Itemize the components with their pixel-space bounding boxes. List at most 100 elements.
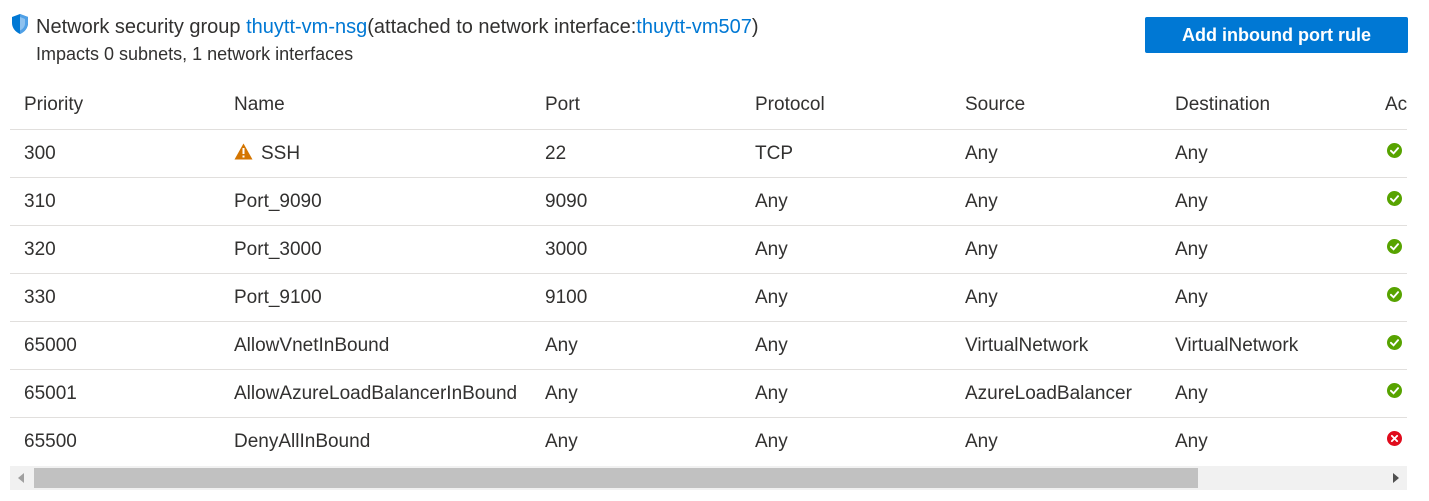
rule-name[interactable]: AllowAzureLoadBalancerInBound — [234, 370, 517, 417]
table-row[interactable]: 65500 DenyAllInBound Any Any Any Any — [10, 418, 1407, 465]
rule-source: Any — [965, 130, 998, 177]
rule-protocol-text: Any — [755, 430, 788, 452]
rule-action — [1385, 370, 1402, 417]
rule-protocol-text: Any — [755, 334, 788, 356]
column-header-action[interactable]: Ac — [1385, 80, 1407, 129]
rule-destination: Any — [1175, 274, 1208, 321]
rule-port: 22 — [545, 130, 566, 177]
rule-destination: Any — [1175, 130, 1208, 177]
rule-port: Any — [545, 322, 578, 369]
nsg-name-link[interactable]: thuytt-vm-nsg — [246, 14, 367, 40]
check-circle-icon — [1387, 383, 1402, 398]
rule-source: Any — [965, 226, 998, 273]
rule-action — [1385, 322, 1402, 369]
rule-name[interactable]: Port_3000 — [234, 226, 322, 273]
impacts-text: Impacts 0 subnets, 1 network interfaces — [36, 44, 354, 64]
rule-name[interactable]: Port_9090 — [234, 178, 322, 225]
rule-priority: 65000 — [24, 322, 77, 369]
rule-protocol: Any — [755, 226, 788, 273]
scroll-left-arrow-icon[interactable] — [10, 466, 34, 490]
rule-priority-text: 65001 — [24, 382, 77, 404]
rule-priority: 320 — [24, 226, 56, 273]
inbound-rules-table: Priority Name Port Protocol Source Desti… — [10, 80, 1407, 465]
rule-port: 3000 — [545, 226, 587, 273]
nsg-title-line: Network security group thuytt-vm-nsg (at… — [10, 14, 1110, 40]
rule-port: Any — [545, 370, 578, 417]
rule-protocol: Any — [755, 418, 788, 465]
rule-priority: 310 — [24, 178, 56, 225]
rule-source-text: Any — [965, 142, 998, 164]
table-body: 300 SSH 22 TCP Any Any 310 Port_9090 9090 Any Any A… — [10, 130, 1407, 465]
rule-priority: 300 — [24, 130, 56, 177]
attached-prefix: (attached to network interface: — [367, 16, 637, 38]
column-header-name[interactable]: Name — [234, 80, 285, 129]
attached-suffix: ) — [751, 16, 759, 38]
rule-source-text: AzureLoadBalancer — [965, 382, 1132, 404]
rule-destination: Any — [1175, 226, 1208, 273]
horizontal-scrollbar[interactable] — [10, 466, 1407, 490]
rule-priority-text: 65000 — [24, 334, 77, 356]
rule-port-text: 9090 — [545, 190, 588, 212]
add-inbound-port-rule-button[interactable]: Add inbound port rule — [1145, 17, 1408, 53]
network-interface-link[interactable]: thuytt-vm507 — [636, 14, 752, 40]
rule-action — [1385, 178, 1402, 225]
rule-protocol: Any — [755, 370, 788, 417]
column-header-source[interactable]: Source — [965, 80, 1025, 129]
rule-source: AzureLoadBalancer — [965, 370, 1132, 417]
rule-port: 9090 — [545, 178, 587, 225]
rule-name[interactable]: DenyAllInBound — [234, 418, 370, 465]
rule-protocol: TCP — [755, 130, 793, 177]
column-header-protocol[interactable]: Protocol — [755, 80, 825, 129]
rule-port-text: 22 — [545, 142, 567, 164]
rule-name[interactable]: AllowVnetInBound — [234, 322, 389, 369]
nsg-header: Network security group thuytt-vm-nsg (at… — [10, 14, 1110, 66]
check-circle-icon — [1387, 239, 1402, 254]
check-circle-icon — [1387, 287, 1402, 302]
rule-name-text: AllowAzureLoadBalancerInBound — [234, 382, 518, 404]
rule-port-text: 3000 — [545, 238, 588, 260]
table-row[interactable]: 300 SSH 22 TCP Any Any — [10, 130, 1407, 178]
table-row[interactable]: 65001 AllowAzureLoadBalancerInBound Any Any… — [10, 370, 1407, 418]
warning-icon — [234, 143, 253, 160]
rule-destination-text: Any — [1175, 238, 1208, 260]
rule-source-text: Any — [965, 430, 998, 452]
table-row[interactable]: 330 Port_9100 9100 Any Any Any — [10, 274, 1407, 322]
rule-priority: 65001 — [24, 370, 77, 417]
rule-source: Any — [965, 178, 998, 225]
rule-protocol-text: Any — [755, 286, 788, 308]
rule-source: Any — [965, 418, 998, 465]
rule-priority-text: 330 — [24, 286, 56, 308]
rule-destination: Any — [1175, 418, 1208, 465]
scrollbar-thumb[interactable] — [34, 468, 1198, 488]
rule-action — [1385, 130, 1402, 177]
rule-destination: Any — [1175, 178, 1208, 225]
column-header-priority[interactable]: Priority — [24, 80, 83, 129]
rule-source: Any — [965, 274, 998, 321]
rule-port: 9100 — [545, 274, 587, 321]
scroll-right-arrow-icon[interactable] — [1383, 466, 1407, 490]
rule-port-text: Any — [545, 334, 578, 356]
rule-source-text: Any — [965, 286, 998, 308]
rule-action — [1385, 274, 1402, 321]
nsg-prefix: Network security group — [36, 16, 241, 38]
rule-priority: 330 — [24, 274, 56, 321]
table-row[interactable]: 310 Port_9090 9090 Any Any Any — [10, 178, 1407, 226]
rule-source: VirtualNetwork — [965, 322, 1088, 369]
rule-port-text: 9100 — [545, 286, 588, 308]
rule-name[interactable]: Port_9100 — [234, 274, 322, 321]
rule-name[interactable]: SSH — [234, 130, 300, 177]
column-header-destination[interactable]: Destination — [1175, 80, 1270, 129]
check-circle-icon — [1387, 143, 1402, 158]
rule-name-text: Port_3000 — [234, 238, 322, 260]
rule-priority-text: 300 — [24, 142, 56, 164]
table-row[interactable]: 320 Port_3000 3000 Any Any Any — [10, 226, 1407, 274]
rule-priority-text: 65500 — [24, 430, 77, 452]
column-header-port[interactable]: Port — [545, 80, 580, 129]
rule-destination: Any — [1175, 370, 1208, 417]
table-row[interactable]: 65000 AllowVnetInBound Any Any VirtualNetwor… — [10, 322, 1407, 370]
rule-destination: VirtualNetwork — [1175, 322, 1298, 369]
shield-icon — [12, 14, 28, 34]
rule-action — [1385, 418, 1402, 465]
rule-port-text: Any — [545, 382, 578, 404]
rule-name-text: SSH — [261, 142, 301, 164]
